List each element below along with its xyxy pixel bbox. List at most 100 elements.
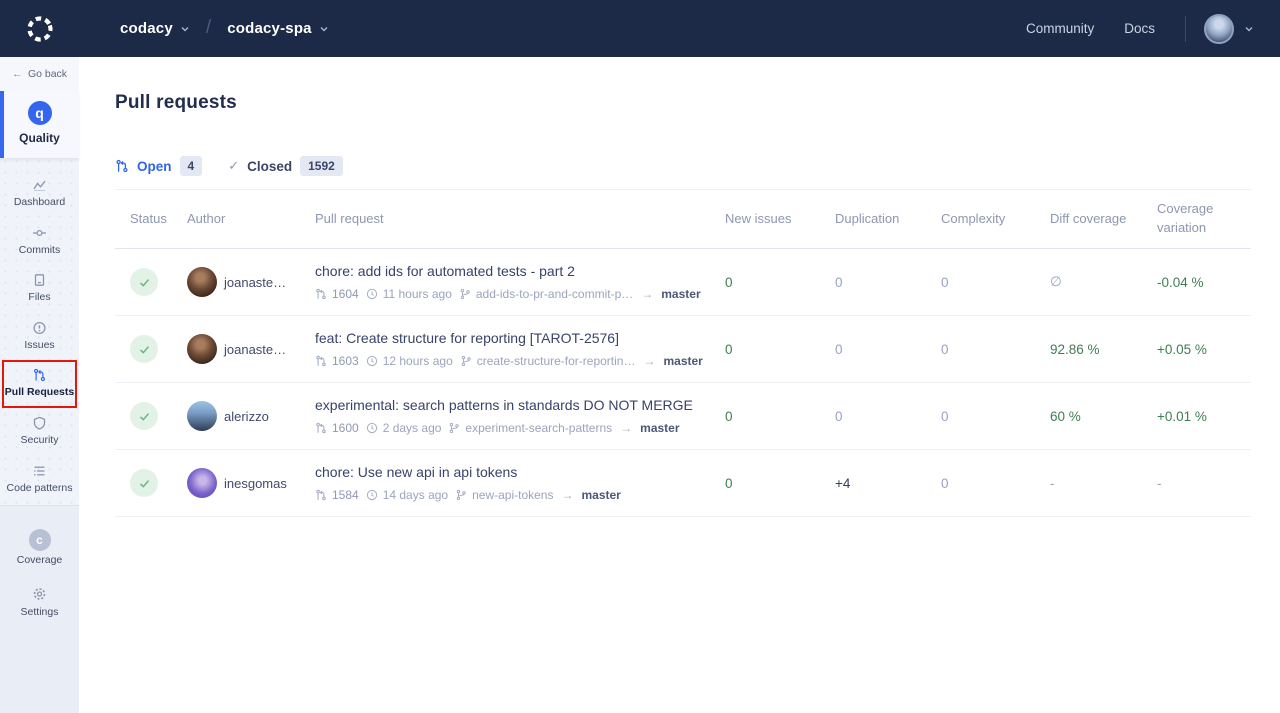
complexity-value: 0 [926, 275, 1035, 290]
status-success-badge [130, 268, 158, 296]
pr-title-link[interactable]: chore: add ids for automated tests - par… [315, 263, 710, 280]
sidebar-item-security[interactable]: Security [0, 408, 79, 456]
pr-target-branch: master [661, 287, 700, 301]
table-row[interactable]: joanaste… chore: add ids for automated t… [115, 249, 1251, 316]
pr-title-link[interactable]: experimental: search patterns in standar… [315, 397, 710, 414]
codacy-logo[interactable] [0, 14, 79, 44]
author-avatar [187, 401, 217, 431]
sidebar-item-dashboard[interactable]: Dashboard [0, 170, 79, 218]
pr-updated-time: 14 days ago [383, 488, 448, 502]
duplication-value: +4 [820, 476, 926, 491]
sidebar-item-quality[interactable]: q Quality [0, 91, 79, 158]
status-success-badge [130, 402, 158, 430]
commit-icon [32, 226, 47, 240]
sidebar-item-pull-requests[interactable]: Pull Requests [0, 360, 79, 408]
sidebar-item-label: Coverage [0, 554, 79, 567]
sidebar-item-label: Issues [0, 339, 79, 352]
coverage-variation-value: +0.05 % [1142, 342, 1251, 357]
col-header-diff-coverage: Diff coverage [1035, 210, 1142, 229]
author-avatar [187, 468, 217, 498]
coverage-variation-value: +0.01 % [1142, 409, 1251, 424]
docs-link[interactable]: Docs [1124, 21, 1155, 36]
tab-open-label: Open [137, 159, 172, 174]
branch-icon [460, 355, 472, 367]
org-switcher[interactable]: codacy [120, 20, 190, 37]
sidebar-item-files[interactable]: Files [0, 265, 79, 313]
col-header-status: Status [115, 210, 172, 229]
sidebar-item-commits[interactable]: Commits [0, 218, 79, 266]
col-header-coverage-variation: Coverage variation [1142, 200, 1251, 238]
pr-updated-time: 12 hours ago [383, 354, 453, 368]
table-header-row: Status Author Pull request New issues Du… [115, 190, 1251, 249]
author-name: inesgomas [224, 476, 287, 491]
navbar-divider [1185, 16, 1186, 42]
new-issues-value: 0 [710, 409, 820, 424]
pull-requests-table: Status Author Pull request New issues Du… [115, 190, 1251, 517]
col-header-complexity: Complexity [926, 210, 1035, 229]
col-header-author: Author [172, 210, 300, 229]
pull-request-icon [115, 159, 129, 173]
pr-title-link[interactable]: feat: Create structure for reporting [TA… [315, 330, 710, 347]
table-row[interactable]: inesgomas chore: Use new api in api toke… [115, 450, 1251, 517]
complexity-value: 0 [926, 342, 1035, 357]
sidebar-item-coverage[interactable]: c Coverage [0, 520, 79, 577]
diff-coverage-value: 60 % [1035, 409, 1142, 424]
sidebar-item-issues[interactable]: Issues [0, 313, 79, 361]
coverage-variation-value: - [1142, 476, 1251, 491]
tab-open[interactable]: Open 4 [115, 156, 202, 176]
issue-icon [32, 321, 47, 335]
check-icon: ✓ [228, 158, 239, 174]
check-icon [138, 477, 151, 490]
code-patterns-icon [32, 464, 47, 478]
branch-icon [455, 489, 467, 501]
go-back-button[interactable]: ← Go back [0, 57, 79, 91]
clock-icon [366, 288, 378, 300]
new-issues-value: 0 [710, 342, 820, 357]
pr-number: 1603 [332, 354, 359, 368]
tab-closed-count: 1592 [300, 156, 343, 176]
duplication-value: 0 [820, 409, 926, 424]
sidebar-item-label: Pull Requests [0, 386, 79, 399]
branch-icon [459, 288, 471, 300]
dashboard-icon [32, 178, 47, 192]
pull-request-icon [315, 288, 327, 300]
pr-updated-time: 11 hours ago [383, 287, 452, 301]
pr-meta: 1604 11 hours ago add-ids-to-pr-and-comm… [315, 287, 710, 301]
clock-icon [366, 422, 378, 434]
duplication-value: 0 [820, 342, 926, 357]
author-name: alerizzo [224, 409, 269, 424]
community-link[interactable]: Community [1026, 21, 1094, 36]
tab-open-count: 4 [180, 156, 203, 176]
sidebar-item-code-patterns[interactable]: Code patterns [0, 456, 79, 504]
pr-meta: 1603 12 hours ago create-structure-for-r… [315, 354, 710, 368]
sidebar-item-settings[interactable]: Settings [0, 577, 79, 629]
chevron-down-icon [180, 24, 190, 34]
pr-meta: 1584 14 days ago new-api-tokens → master [315, 488, 710, 502]
sidebar-item-label: Security [0, 434, 79, 447]
complexity-value: 0 [926, 409, 1035, 424]
user-avatar[interactable] [1204, 14, 1234, 44]
gear-icon [31, 586, 48, 602]
pr-state-tabs: Open 4 ✓ Closed 1592 [115, 156, 1251, 190]
repo-switcher[interactable]: codacy-spa [227, 20, 329, 37]
arrow-right-icon: → [620, 421, 632, 435]
table-row[interactable]: joanaste… feat: Create structure for rep… [115, 316, 1251, 383]
pr-title-link[interactable]: chore: Use new api in api tokens [315, 464, 710, 481]
back-arrow-icon: ← [12, 68, 23, 80]
tab-closed[interactable]: ✓ Closed 1592 [228, 156, 343, 176]
user-menu-chevron-icon[interactable] [1244, 24, 1254, 34]
codacy-logo-icon [25, 14, 55, 44]
pr-target-branch: master [581, 488, 620, 502]
sidebar-item-label: Settings [0, 606, 79, 619]
table-row[interactable]: alerizzo experimental: search patterns i… [115, 383, 1251, 450]
diff-coverage-value: 92.86 % [1035, 342, 1142, 357]
pr-source-branch: new-api-tokens [472, 488, 553, 502]
go-back-label: Go back [28, 68, 67, 80]
sidebar: ← Go back q Quality Dashboard Commits [0, 57, 79, 713]
arrow-right-icon: → [561, 488, 573, 502]
file-icon [32, 273, 47, 287]
active-product-indicator [0, 91, 4, 158]
pr-number: 1600 [332, 421, 359, 435]
pr-meta: 1600 2 days ago experiment-search-patter… [315, 421, 710, 435]
arrow-right-icon: → [641, 287, 653, 301]
